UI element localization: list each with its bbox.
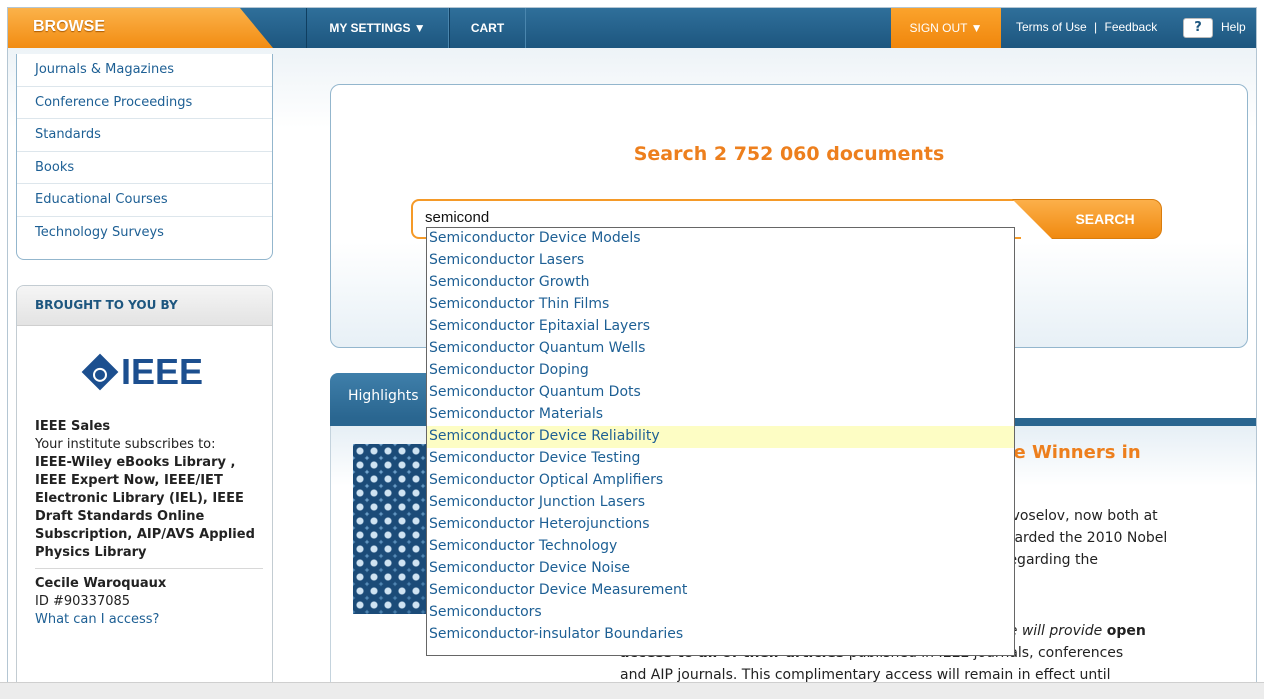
divider (35, 568, 263, 569)
what-can-i-access-link[interactable]: What can I access? (35, 612, 159, 627)
sales-title: IEEE Sales (35, 419, 111, 434)
highlight-open-bold: open (1106, 623, 1146, 639)
suggestion-item[interactable]: Semiconductor Doping (427, 360, 1014, 382)
highlight-text-line4-prefix: re will provide (1003, 623, 1107, 639)
suggestion-item[interactable]: Semiconductor Optical Amplifiers (427, 470, 1014, 492)
my-settings-menu[interactable]: MY SETTINGS ▼ (306, 8, 449, 48)
browse-menu: Journals & Magazines Conference Proceedi… (16, 54, 273, 260)
browse-tab-label: BROWSE (33, 18, 105, 35)
browse-item-conferences[interactable]: Conference Proceedings (17, 87, 272, 119)
terms-of-use-link[interactable]: Terms of Use (1016, 20, 1087, 34)
highlight-title[interactable]: ze Winners in (1003, 442, 1141, 463)
suggestion-item[interactable]: Semiconductor Heterojunctions (427, 514, 1014, 536)
search-button[interactable]: SEARCH (1012, 199, 1162, 239)
suggestion-item[interactable]: Semiconductor Growth (427, 272, 1014, 294)
suggestion-item[interactable]: Semiconductor Device Testing (427, 448, 1014, 470)
top-links: Terms of Use | Feedback (1016, 20, 1157, 34)
suggestion-item[interactable]: Semiconductor Junction Lasers (427, 492, 1014, 514)
subscription-info: IEEE Sales Your institute subscribes to:… (35, 418, 263, 629)
top-nav-bar: BROWSE MY SETTINGS ▼ CART SIGN OUT ▼ Ter… (8, 8, 1256, 48)
ieee-logo: IEEE (81, 351, 204, 392)
suggestion-item[interactable]: Semiconductor Lasers (427, 250, 1014, 272)
link-separator: | (1094, 20, 1098, 34)
suggestion-item[interactable]: Semiconductor Device Models (427, 228, 1014, 250)
subscribes-text: Your institute subscribes to: (35, 437, 216, 452)
help-icon[interactable]: ? (1183, 18, 1213, 38)
suggestion-item[interactable]: Semiconductor Device Measurement (427, 580, 1014, 602)
brought-to-you-by-panel: BROUGHT TO YOU BY IEEE IEEE Sales Your i… (16, 285, 273, 698)
suggestion-item[interactable]: Semiconductor Device Noise (427, 558, 1014, 580)
help-link[interactable]: Help (1221, 20, 1246, 34)
suggestion-item[interactable]: Semiconductor Quantum Dots (427, 382, 1014, 404)
highlight-text-line2: warded the 2010 Nobel (1003, 530, 1168, 546)
browse-tab[interactable]: BROWSE (8, 8, 273, 48)
status-bar (0, 682, 1264, 699)
browse-item-standards[interactable]: Standards (17, 119, 272, 152)
user-name: Cecile Waroquaux (35, 576, 167, 591)
page-frame: BROWSE MY SETTINGS ▼ CART SIGN OUT ▼ Ter… (7, 7, 1257, 699)
subscriptions-list: IEEE-Wiley eBooks Library , IEEE Expert … (35, 455, 255, 560)
search-input[interactable] (425, 209, 1005, 226)
suggestion-item[interactable]: Semiconductor Quantum Wells (427, 338, 1014, 360)
ieee-diamond-icon (81, 353, 119, 391)
suggestion-item[interactable]: Semiconductor Device Reliability (427, 426, 1014, 448)
brought-to-you-by-header: BROUGHT TO YOU BY (17, 286, 272, 326)
browse-item-journals[interactable]: Journals & Magazines (17, 54, 272, 87)
browse-item-surveys[interactable]: Technology Surveys (17, 217, 272, 250)
suggestion-item[interactable]: Semiconductor Materials (427, 404, 1014, 426)
user-id: ID #90337085 (35, 594, 131, 609)
suggestion-item[interactable]: Semiconductor Epitaxial Layers (427, 316, 1014, 338)
suggestion-item[interactable]: Semiconductor-insulator Boundaries (427, 624, 1014, 646)
browse-item-books[interactable]: Books (17, 152, 272, 184)
suggestion-item[interactable]: Semiconductor Thin Films (427, 294, 1014, 316)
highlight-text-line4: re will provide open (1003, 620, 1146, 642)
autocomplete-dropdown: Semiconductor Device Models Semiconducto… (426, 227, 1015, 656)
browse-item-courses[interactable]: Educational Courses (17, 184, 272, 217)
sign-out-menu[interactable]: SIGN OUT ▼ (891, 8, 1001, 48)
search-title: Search 2 752 060 documents (633, 143, 945, 165)
cart-button[interactable]: CART (449, 8, 526, 48)
feedback-link[interactable]: Feedback (1105, 20, 1158, 34)
highlight-text-line1: ovoselov, now both at (1003, 508, 1158, 524)
ieee-logo-text: IEEE (121, 351, 204, 392)
suggestion-item[interactable]: Semiconductors (427, 602, 1014, 624)
suggestion-item[interactable]: Semiconductor Technology (427, 536, 1014, 558)
highlight-text-line3: regarding the (1003, 552, 1098, 568)
